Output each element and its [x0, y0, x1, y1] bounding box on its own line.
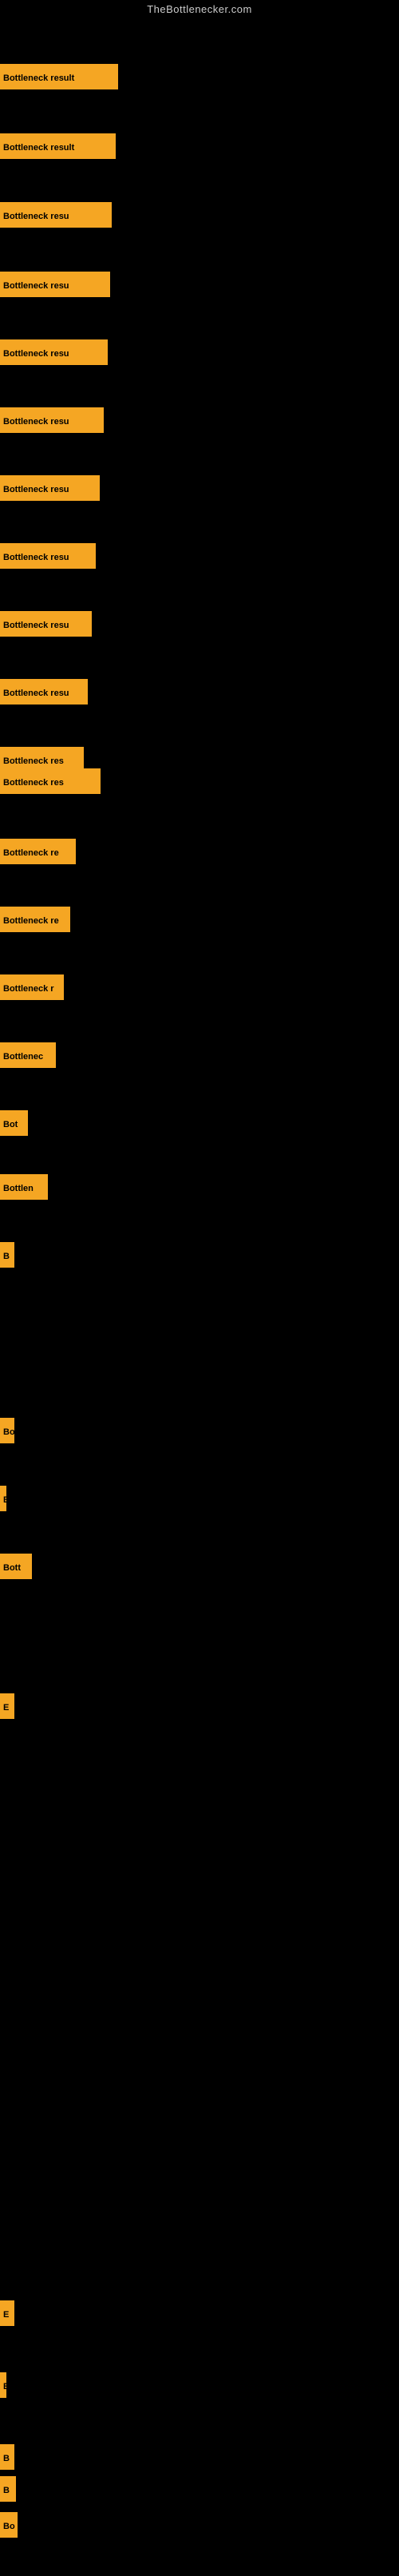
- bar-row: B: [0, 2444, 14, 2470]
- bar-label: Bottleneck re: [0, 907, 70, 932]
- bar-row: Bottleneck resu: [0, 272, 110, 297]
- bar-label: Bottleneck re: [0, 839, 76, 864]
- bar-label: Bottlenec: [0, 1042, 56, 1068]
- bar-label: Bottleneck res: [0, 768, 101, 794]
- bar-row: Bot: [0, 1110, 28, 1136]
- bar-label: Bo: [0, 2512, 18, 2538]
- bar-label: Bott: [0, 1554, 32, 1579]
- bar-row: Bottleneck res: [0, 768, 101, 794]
- bar-row: E: [0, 1693, 14, 1719]
- bar-label: Bottleneck resu: [0, 679, 88, 705]
- bar-row: Bottlenec: [0, 1042, 56, 1068]
- bar-label: B: [0, 2444, 14, 2470]
- bar-label: Bottleneck resu: [0, 339, 108, 365]
- bar-label: E: [0, 1693, 14, 1719]
- bar-row: B: [0, 1242, 14, 1268]
- bar-label: E: [0, 2300, 14, 2326]
- bar-row: Bottleneck resu: [0, 475, 100, 501]
- bar-label: Bottleneck resu: [0, 272, 110, 297]
- site-title: TheBottlenecker.com: [0, 0, 399, 20]
- bar-row: Bottlen: [0, 1174, 48, 1200]
- bar-label: Bot: [0, 1110, 28, 1136]
- bar-row: Bottleneck resu: [0, 407, 104, 433]
- bar-row: Bottleneck resu: [0, 679, 88, 705]
- bar-row: Bottleneck result: [0, 64, 118, 89]
- bar-label: Bottleneck resu: [0, 611, 92, 637]
- bar-row: Bottleneck re: [0, 839, 76, 864]
- bar-label: Bo: [0, 1418, 14, 1443]
- bar-label: B: [0, 2372, 6, 2398]
- bar-label: Bottleneck resu: [0, 543, 96, 569]
- bar-label: Bottleneck result: [0, 133, 116, 159]
- bar-row: Bottleneck resu: [0, 543, 96, 569]
- bar-label: Bottleneck resu: [0, 202, 112, 228]
- bar-row: Bott: [0, 1554, 32, 1579]
- bar-row: Bottleneck r: [0, 974, 64, 1000]
- bar-row: Bottleneck result: [0, 133, 116, 159]
- bar-row: Bottleneck resu: [0, 202, 112, 228]
- bar-label: Bottleneck resu: [0, 475, 100, 501]
- bar-row: Bo: [0, 1418, 14, 1443]
- bar-label: Bottlen: [0, 1174, 48, 1200]
- bar-row: Bottleneck re: [0, 907, 70, 932]
- bar-row: B: [0, 2372, 6, 2398]
- bar-row: B: [0, 2476, 16, 2502]
- bar-label: B: [0, 1242, 14, 1268]
- bar-row: B: [0, 1486, 6, 1511]
- bar-label: B: [0, 1486, 6, 1511]
- bar-label: Bottleneck resu: [0, 407, 104, 433]
- bar-row: Bottleneck resu: [0, 611, 92, 637]
- bar-row: E: [0, 2300, 14, 2326]
- bar-label: Bottleneck result: [0, 64, 118, 89]
- bar-label: B: [0, 2476, 16, 2502]
- bar-row: Bo: [0, 2512, 18, 2538]
- bar-row: Bottleneck resu: [0, 339, 108, 365]
- bar-label: Bottleneck r: [0, 974, 64, 1000]
